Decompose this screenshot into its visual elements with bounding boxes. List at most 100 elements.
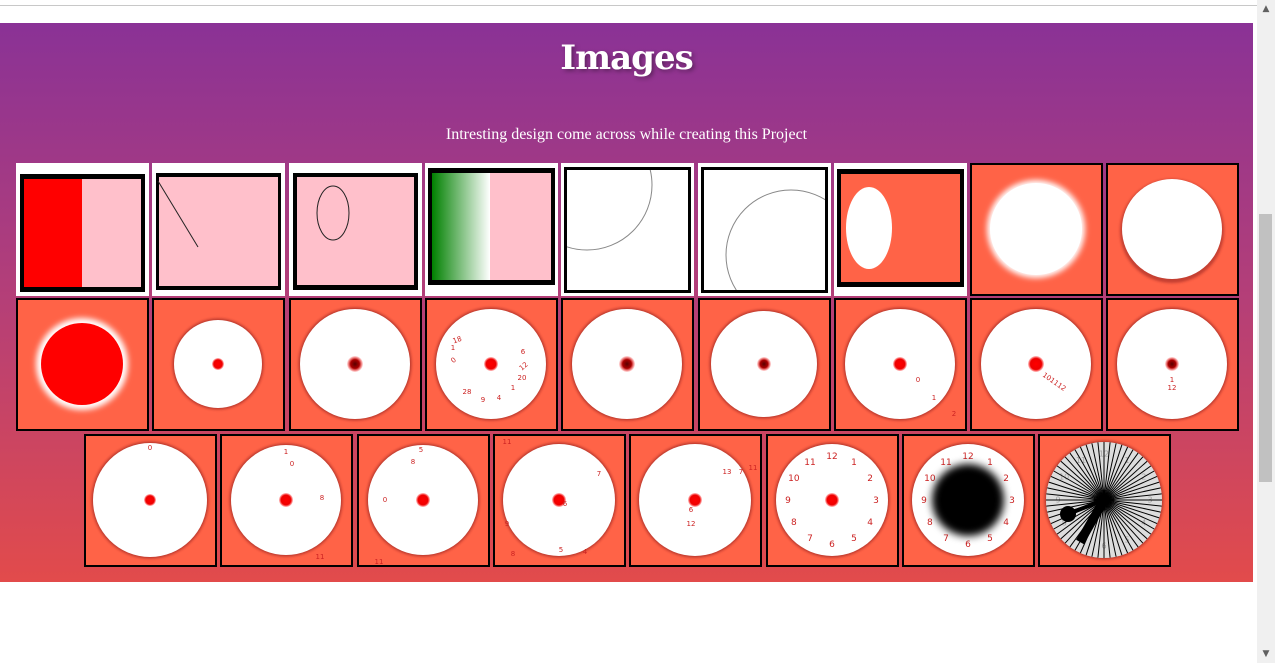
svg-text:1: 1: [284, 448, 288, 456]
svg-text:7: 7: [807, 534, 813, 544]
svg-text:10: 10: [924, 474, 936, 484]
svg-text:10: 10: [788, 474, 800, 484]
gallery-image-12: [288, 298, 422, 431]
svg-text:5: 5: [418, 446, 422, 454]
gallery-image-6-graphic: [700, 167, 828, 293]
svg-text:11: 11: [804, 458, 815, 468]
svg-text:1: 1: [851, 458, 857, 468]
svg-text:13: 13: [723, 468, 732, 476]
gallery-image-11-graphic: [152, 298, 286, 431]
svg-text:20: 20: [517, 374, 526, 382]
gallery-image-17: 101112: [970, 298, 1104, 431]
gallery-image-16-graphic: 0 1 2: [833, 298, 967, 431]
gallery-image-2-graphic: [156, 173, 282, 290]
gallery-image-13-graphic: 181061220289 41: [424, 298, 558, 431]
svg-text:4: 4: [583, 548, 588, 556]
gallery-image-9-graphic: [1106, 163, 1240, 296]
svg-text:12: 12: [826, 452, 837, 462]
svg-text:3: 3: [1009, 496, 1015, 506]
svg-text:11: 11: [374, 558, 383, 566]
svg-text:1: 1: [451, 344, 455, 352]
svg-text:6: 6: [965, 540, 971, 550]
svg-text:4: 4: [1003, 518, 1009, 528]
gallery-image-25-graphic: 12 12 3 45 6 78 9 10 11: [901, 434, 1035, 567]
gallery-image-4: [424, 163, 558, 296]
svg-text:5: 5: [559, 546, 563, 554]
svg-text:6: 6: [563, 500, 568, 508]
svg-text:7: 7: [597, 470, 601, 478]
gallery-image-23: 13 7 11 6 12: [629, 434, 763, 567]
gallery-image-4-graphic: [427, 168, 555, 285]
gallery-image-14-graphic: [561, 298, 695, 431]
svg-text:9: 9: [505, 520, 509, 528]
svg-text:8: 8: [791, 518, 797, 528]
gallery-image-3-graphic: [292, 173, 418, 290]
svg-text:2: 2: [1003, 474, 1009, 484]
svg-text:11: 11: [749, 464, 758, 472]
gallery-image-7: [833, 163, 967, 296]
svg-text:4: 4: [867, 518, 873, 528]
svg-text:12: 12: [962, 452, 973, 462]
svg-text:6: 6: [521, 348, 526, 356]
gallery-image-1-graphic: [20, 174, 145, 292]
gallery-image-5: [561, 163, 695, 296]
svg-text:9: 9: [921, 496, 927, 506]
gallery-image-12-graphic: [288, 298, 422, 431]
gallery-image-22-graphic: 11 7 6 9 8 5 4: [492, 434, 626, 567]
gallery-image-16: 0 1 2: [833, 298, 967, 431]
svg-text:12: 12: [1168, 384, 1177, 392]
gallery-image-15-graphic: [697, 298, 831, 431]
svg-text:28: 28: [462, 388, 471, 396]
svg-text:6: 6: [829, 540, 835, 550]
gallery-image-17-graphic: 101112: [970, 298, 1104, 431]
svg-text:7: 7: [739, 468, 743, 476]
gallery-image-23-graphic: 13 7 11 6 12: [629, 434, 763, 567]
gallery-image-10-graphic: [16, 298, 149, 431]
gallery-image-7-graphic: [836, 169, 964, 287]
gallery-image-13: 18 1 0 6 12 20 28 9 4 1: [424, 298, 558, 431]
gallery-image-8: [970, 163, 1104, 296]
gallery-image-1: [16, 163, 149, 296]
svg-text:9: 9: [785, 496, 791, 506]
svg-text:12: 12: [687, 520, 696, 528]
gallery-image-20-graphic: 10 8 11: [220, 434, 354, 567]
gallery-image-3: [288, 163, 422, 296]
gallery-image-19: 0: [84, 434, 217, 567]
svg-text:3: 3: [873, 496, 879, 506]
browser-top-border: [0, 5, 1257, 6]
gallery-image-14: [561, 298, 695, 431]
gallery-image-15: [697, 298, 831, 431]
svg-text:1: 1: [1170, 376, 1174, 384]
svg-text:8: 8: [511, 550, 515, 558]
svg-text:8: 8: [410, 458, 414, 466]
svg-text:1: 1: [932, 394, 936, 402]
svg-text:8: 8: [320, 494, 324, 502]
svg-text:7: 7: [943, 534, 949, 544]
gallery-image-18-graphic: 112: [1106, 298, 1240, 431]
svg-text:11: 11: [940, 458, 951, 468]
gallery-image-25: 12 1 2 3 4 5 6 7 8 9 10 11: [901, 434, 1035, 567]
gallery-image-6: [697, 163, 831, 296]
svg-text:11: 11: [502, 438, 511, 446]
svg-text:5: 5: [851, 534, 857, 544]
svg-text:9: 9: [481, 396, 485, 404]
gallery-image-18: 1 12: [1106, 298, 1240, 431]
scrollbar-thumb[interactable]: [1259, 214, 1272, 482]
gallery-image-20: 1 0 8 11: [220, 434, 354, 567]
svg-text:11: 11: [316, 553, 325, 561]
scroll-up-arrow-icon[interactable]: ▲: [1257, 0, 1275, 18]
gallery-image-11: [152, 298, 286, 431]
gallery-image-24-graphic: 12 12 3 45 6 78 9 10 11: [765, 434, 899, 567]
svg-text:0: 0: [382, 496, 386, 504]
svg-text:0: 0: [916, 376, 920, 384]
gallery-image-8-graphic: [970, 163, 1104, 296]
svg-text:6: 6: [689, 506, 694, 514]
vertical-scrollbar[interactable]: ▲ ▼: [1257, 0, 1275, 663]
svg-text:5: 5: [987, 534, 993, 544]
gallery-image-26-graphic: 121234567891011: [1038, 434, 1172, 567]
gallery-image-22: 11 7 6 9 8 5 4: [492, 434, 626, 567]
scroll-down-arrow-icon[interactable]: ▼: [1257, 645, 1275, 663]
svg-text:1: 1: [511, 384, 515, 392]
svg-text:0: 0: [290, 460, 294, 468]
svg-text:1: 1: [987, 458, 993, 468]
